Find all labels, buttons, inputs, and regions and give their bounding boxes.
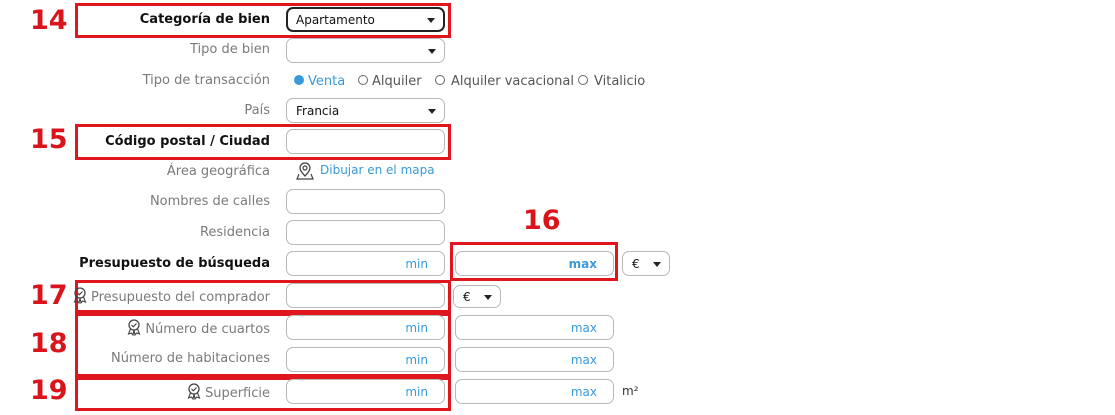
radio-alquiler-vacacional-label: Alquiler vacacional [451,74,574,89]
postal-input[interactable] [286,129,445,154]
comprador-currency-value: € [463,290,471,304]
radio-icon [435,75,445,85]
presupuesto-max-input[interactable]: max [455,251,614,276]
map-pin-icon[interactable] [295,161,315,181]
cuartos-label-text: Número de cuartos [145,322,270,337]
radio-venta[interactable]: Venta [294,74,345,89]
cuartos-min-input[interactable]: min [286,315,445,340]
superficie-unit: m² [622,384,639,398]
presupuesto-max-placeholder: max [568,257,597,271]
presupuesto-label: Presupuesto de búsqueda [79,256,270,271]
chevron-down-icon [427,18,435,23]
radio-vitalicio-label: Vitalicio [594,74,646,89]
postal-label: Código postal / Ciudad [105,134,270,149]
radio-venta-label: Venta [308,74,346,89]
pais-value: Francia [296,104,340,118]
comprador-currency-select[interactable]: € [453,285,501,308]
comprador-input[interactable] [286,283,445,308]
chevron-down-icon [484,295,492,300]
marker-17: 17 [30,280,68,311]
radio-alquiler-vacacional[interactable]: Alquiler vacacional [435,74,574,89]
comprador-label: Presupuesto del comprador [71,286,270,307]
chevron-down-icon [653,262,661,267]
marker-15: 15 [30,124,68,155]
calles-label: Nombres de calles [149,194,270,209]
radio-selected-icon [294,75,304,85]
habitaciones-min-input[interactable]: min [286,347,445,372]
superficie-min-input[interactable]: min [286,379,445,404]
comprador-label-text: Presupuesto del comprador [91,290,270,305]
award-badge-icon [127,319,141,336]
cuartos-min-placeholder: min [405,321,428,335]
superficie-min-placeholder: min [405,385,428,399]
presupuesto-min-input[interactable]: min [286,251,445,276]
habitaciones-min-placeholder: min [405,353,428,367]
transaccion-label: Tipo de transacción [142,73,270,88]
calles-input[interactable] [286,189,445,214]
pais-label: País [244,103,270,118]
categoria-value: Apartamento [296,13,375,27]
superficie-label-text: Superficie [204,386,270,401]
presupuesto-currency-select[interactable]: € [622,251,670,276]
categoria-label: Categoría de bien [139,12,270,27]
presupuesto-min-placeholder: min [405,257,428,271]
marker-14: 14 [30,5,68,36]
chevron-down-icon [428,49,436,54]
habitaciones-max-placeholder: max [570,353,597,367]
radio-icon [358,75,368,85]
radio-vitalicio[interactable]: Vitalicio [578,74,645,89]
radio-icon [578,75,588,85]
radio-alquiler[interactable]: Alquiler [358,74,422,89]
cuartos-max-placeholder: max [570,321,597,335]
pais-select[interactable]: Francia [286,98,445,123]
award-badge-icon [187,383,201,400]
habitaciones-label: Número de habitaciones [110,351,270,366]
marker-16: 16 [523,205,561,236]
habitaciones-max-input[interactable]: max [455,347,614,372]
superficie-max-placeholder: max [570,385,597,399]
area-label: Área geográfica [166,164,270,179]
chevron-down-icon [428,109,436,114]
award-badge-icon [73,287,87,304]
draw-on-map-link[interactable]: Dibujar en el mapa [320,163,435,177]
presupuesto-currency-value: € [632,257,640,271]
tipo-label: Tipo de bien [190,42,270,57]
residencia-label: Residencia [199,225,270,240]
superficie-label: Superficie [185,382,270,403]
cuartos-label: Número de cuartos [125,318,270,339]
marker-18: 18 [30,328,68,359]
cuartos-max-input[interactable]: max [455,315,614,340]
marker-19: 19 [30,375,68,406]
categoria-select[interactable]: Apartamento [286,7,445,32]
tipo-select[interactable] [286,38,445,63]
superficie-max-input[interactable]: max [455,379,614,404]
residencia-input[interactable] [286,220,445,245]
radio-alquiler-label: Alquiler [372,74,422,89]
